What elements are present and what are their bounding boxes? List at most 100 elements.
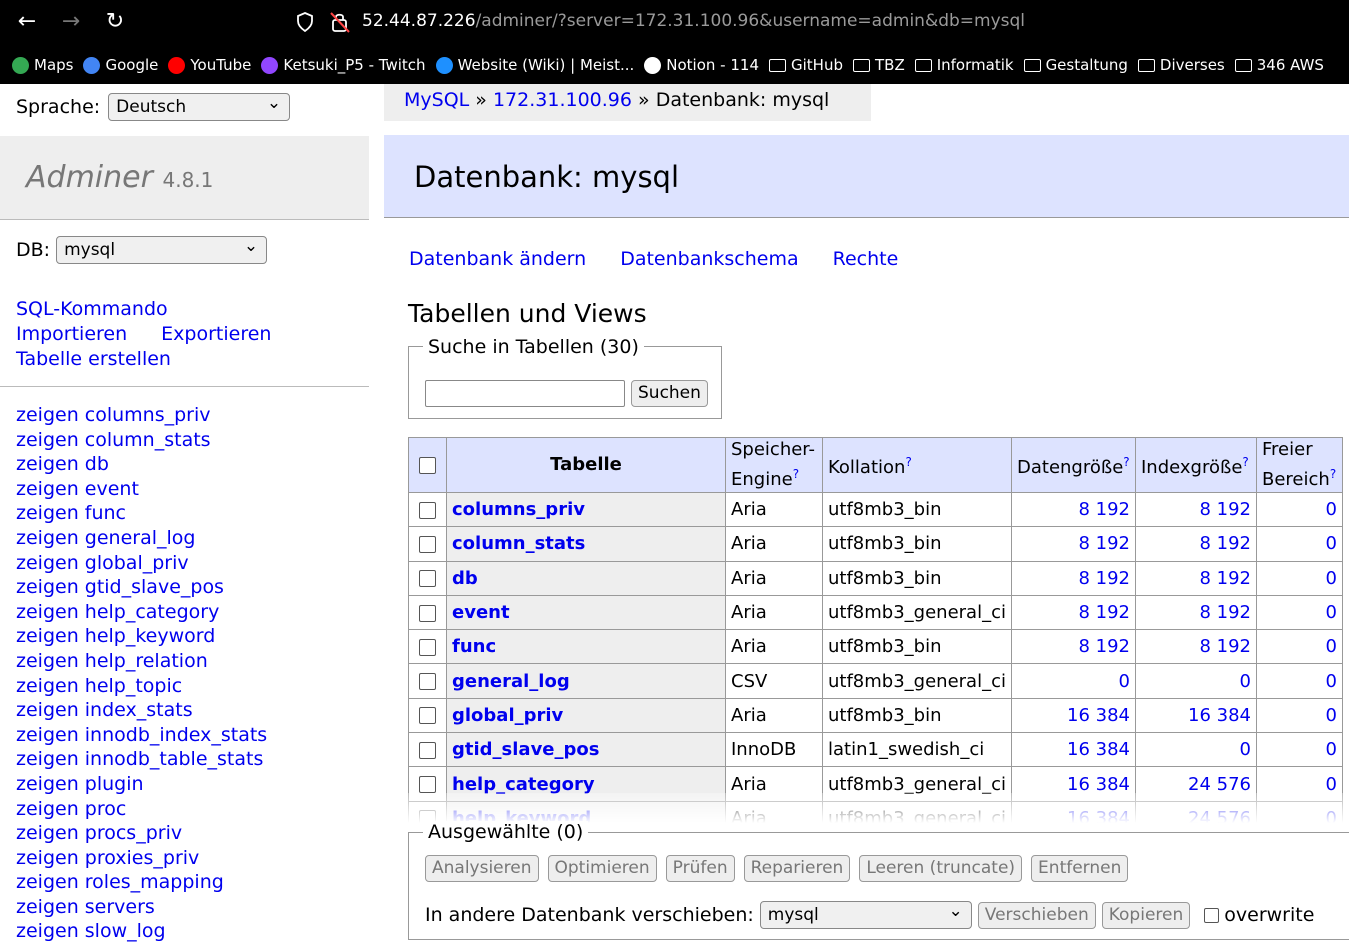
back-arrow-icon[interactable]: ← <box>12 8 42 36</box>
bookmark-item[interactable]: Notion - 114 <box>644 56 759 74</box>
index-length-link[interactable]: 0 <box>1240 671 1251 692</box>
db-select[interactable]: mysql <box>56 233 268 264</box>
bookmark-item[interactable]: Website (Wiki) | Meist... <box>435 56 634 74</box>
sidebar-table-link[interactable]: zeigen columns_priv <box>16 404 211 426</box>
bookmark-item[interactable]: GitHub <box>769 56 843 74</box>
alter-database-link[interactable]: Datenbank ändern <box>409 248 586 270</box>
sql-command-link[interactable]: SQL-Kommando <box>16 298 168 320</box>
row-checkbox[interactable] <box>419 535 436 553</box>
forward-arrow-icon[interactable]: → <box>56 8 86 36</box>
data-length-link[interactable]: 16 384 <box>1067 705 1130 726</box>
bookmark-item[interactable]: Informatik <box>914 56 1014 74</box>
sidebar-table-link[interactable]: zeigen roles_mapping <box>16 871 224 893</box>
import-link[interactable]: Importieren <box>16 322 127 347</box>
check-button[interactable]: Prüfen <box>665 855 735 882</box>
free-space-link[interactable]: 0 <box>1326 568 1337 589</box>
repair-button[interactable]: Reparieren <box>743 855 851 882</box>
create-table-link[interactable]: Tabelle erstellen <box>16 348 171 370</box>
sidebar-table-link[interactable]: zeigen column_stats <box>16 429 211 451</box>
sidebar-table-link[interactable]: zeigen plugin <box>16 773 144 795</box>
engine-help-link[interactable]: ? <box>793 467 799 481</box>
sidebar-table-link[interactable]: zeigen slow_log <box>16 920 166 942</box>
shield-icon[interactable] <box>296 12 314 32</box>
row-checkbox[interactable] <box>419 673 436 691</box>
bookmark-item[interactable]: Google <box>83 56 158 74</box>
export-link[interactable]: Exportieren <box>161 322 271 347</box>
overwrite-checkbox[interactable] <box>1204 907 1220 923</box>
data-length-link[interactable]: 8 192 <box>1078 499 1130 520</box>
collation-help-link[interactable]: ? <box>905 455 911 469</box>
row-checkbox[interactable] <box>419 638 436 656</box>
move-database-select[interactable]: mysql <box>759 898 972 929</box>
table-name-link[interactable]: event <box>452 602 510 623</box>
sidebar-table-link[interactable]: zeigen func <box>16 502 126 524</box>
sidebar-table-link[interactable]: zeigen help_relation <box>16 650 208 672</box>
table-name-link[interactable]: general_log <box>452 671 570 692</box>
row-checkbox[interactable] <box>419 707 436 725</box>
row-checkbox[interactable] <box>419 501 436 519</box>
search-button[interactable]: Suchen <box>631 380 708 407</box>
bookmark-item[interactable]: 346 AWS <box>1234 56 1324 74</box>
sidebar-table-link[interactable]: zeigen innodb_index_stats <box>16 724 267 746</box>
data-length-link[interactable]: 16 384 <box>1067 774 1130 795</box>
index-length-link[interactable]: 8 192 <box>1199 636 1251 657</box>
sidebar-table-link[interactable]: zeigen proc <box>16 798 126 820</box>
bookmark-item[interactable]: Ketsuki_P5 - Twitch <box>261 56 426 74</box>
row-checkbox[interactable] <box>419 776 436 794</box>
free-space-link[interactable]: 0 <box>1326 705 1337 726</box>
sidebar-table-link[interactable]: zeigen procs_priv <box>16 822 182 844</box>
index-length-link[interactable]: 8 192 <box>1199 533 1251 554</box>
index-length-link[interactable]: 24 576 <box>1188 774 1251 795</box>
truncate-button[interactable]: Leeren (truncate) <box>859 855 1023 882</box>
sidebar-table-link[interactable]: zeigen help_topic <box>16 675 182 697</box>
sidebar-table-link[interactable]: zeigen global_priv <box>16 552 189 574</box>
data-length-help-link[interactable]: ? <box>1123 455 1129 469</box>
sidebar-table-link[interactable]: zeigen innodb_table_stats <box>16 748 263 770</box>
row-checkbox[interactable] <box>419 741 436 759</box>
breadcrumb-driver-link[interactable]: MySQL <box>404 89 469 111</box>
sidebar-table-link[interactable]: zeigen gtid_slave_pos <box>16 576 224 598</box>
bookmark-item[interactable]: Diverses <box>1137 56 1225 74</box>
optimize-button[interactable]: Optimieren <box>547 855 657 882</box>
table-name-link[interactable]: global_priv <box>452 705 563 726</box>
free-space-link[interactable]: 0 <box>1326 499 1337 520</box>
select-all-checkbox[interactable] <box>419 456 436 474</box>
table-name-link[interactable]: func <box>452 636 496 657</box>
index-length-link[interactable]: 8 192 <box>1199 568 1251 589</box>
row-checkbox[interactable] <box>419 570 436 588</box>
free-space-link[interactable]: 0 <box>1326 533 1337 554</box>
address-bar[interactable]: 52.44.87.226/adminer/?server=172.31.100.… <box>362 11 1025 31</box>
adminer-logo[interactable]: Adminer 4.8.1 <box>26 160 213 195</box>
copy-button[interactable]: Kopieren <box>1101 901 1191 929</box>
bookmark-item[interactable]: TBZ <box>852 56 905 74</box>
data-length-link[interactable]: 0 <box>1119 671 1130 692</box>
sidebar-table-link[interactable]: zeigen help_keyword <box>16 625 215 647</box>
search-input[interactable] <box>425 380 625 407</box>
free-space-link[interactable]: 0 <box>1326 636 1337 657</box>
free-space-link[interactable]: 0 <box>1326 739 1337 760</box>
analyze-button[interactable]: Analysieren <box>425 855 539 882</box>
table-name-link[interactable]: help_category <box>452 774 595 795</box>
data-length-link[interactable]: 8 192 <box>1078 636 1130 657</box>
row-checkbox[interactable] <box>419 604 436 622</box>
bookmark-item[interactable]: Gestaltung <box>1023 56 1128 74</box>
data-length-link[interactable]: 16 384 <box>1067 739 1130 760</box>
data-length-link[interactable]: 8 192 <box>1078 533 1130 554</box>
free-space-link[interactable]: 0 <box>1326 774 1337 795</box>
sidebar-table-link[interactable]: zeigen db <box>16 453 109 475</box>
reload-icon[interactable]: ↻ <box>100 8 130 36</box>
sidebar-table-link[interactable]: zeigen help_category <box>16 601 219 623</box>
index-length-link[interactable]: 8 192 <box>1199 602 1251 623</box>
table-name-link[interactable]: column_stats <box>452 533 585 554</box>
free-space-link[interactable]: 0 <box>1326 602 1337 623</box>
table-name-link[interactable]: columns_priv <box>452 499 585 520</box>
free-space-link[interactable]: 0 <box>1326 671 1337 692</box>
language-select[interactable]: Deutsch <box>108 90 291 121</box>
data-length-link[interactable]: 8 192 <box>1078 568 1130 589</box>
index-length-link[interactable]: 8 192 <box>1199 499 1251 520</box>
bookmark-item[interactable]: Maps <box>12 56 73 74</box>
bookmark-item[interactable]: YouTube <box>168 56 251 74</box>
table-name-link[interactable]: db <box>452 568 478 589</box>
sidebar-table-link[interactable]: zeigen proxies_priv <box>16 847 199 869</box>
table-name-link[interactable]: gtid_slave_pos <box>452 739 599 760</box>
